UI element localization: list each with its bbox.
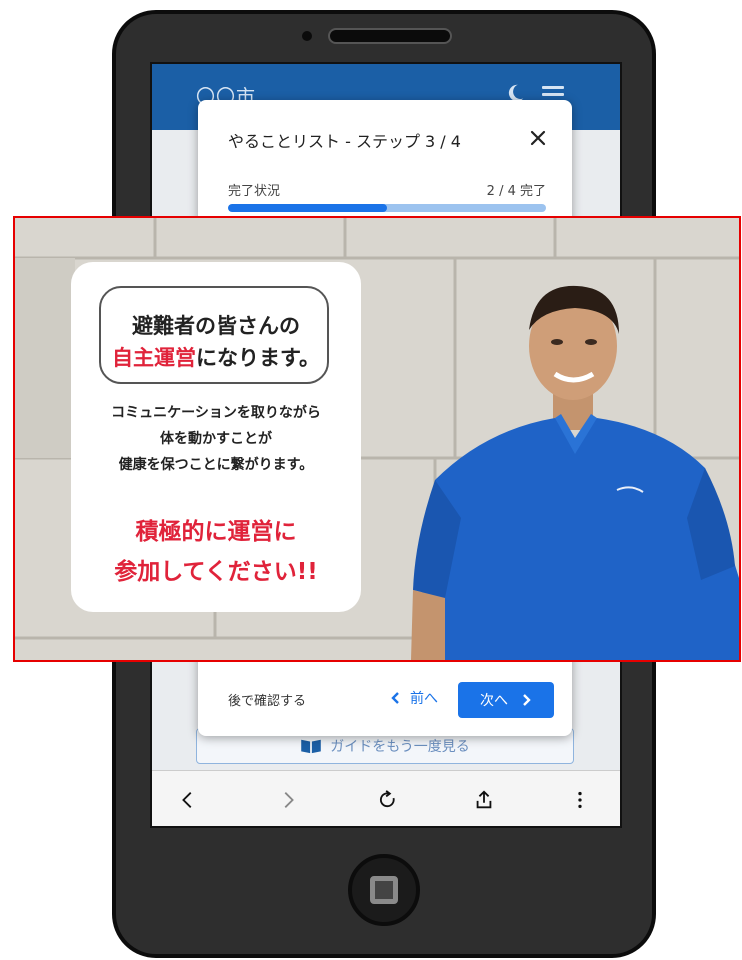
prev-button[interactable]: 前へ	[380, 680, 448, 716]
close-icon[interactable]	[528, 128, 548, 148]
share-button[interactable]	[468, 785, 500, 815]
reload-button[interactable]	[372, 785, 404, 815]
card-heading-line2: 自主運営になります。	[71, 342, 361, 372]
check-later-button[interactable]: 後で確認する	[228, 690, 306, 709]
card-body-line2: 体を動かすことが	[160, 431, 272, 447]
forward-icon	[284, 792, 294, 808]
instruction-card: 避難者の皆さんの 自主運営になります。 コミュニケーションを取りながら 体を動か…	[71, 262, 361, 612]
prev-label: 前へ	[410, 691, 438, 707]
more-vert-icon	[578, 791, 582, 809]
back-button[interactable]	[172, 785, 204, 815]
more-options-button[interactable]	[564, 785, 596, 815]
progress-bar-fill	[228, 204, 387, 212]
reload-icon	[380, 790, 395, 808]
modal-title: やることリスト - ステップ 3 / 4	[228, 132, 461, 151]
progress-count: 2 / 4 完了	[486, 184, 546, 199]
book-icon	[301, 739, 321, 754]
home-square-icon	[370, 876, 398, 904]
card-body-line1: コミュニケーションを取りながら	[111, 405, 321, 421]
forward-button[interactable]	[272, 785, 304, 815]
chevron-left-icon	[391, 692, 399, 704]
card-body-line3: 健康を保つことに繋がります。	[118, 457, 314, 473]
share-icon	[476, 790, 492, 809]
next-label: 次へ	[480, 693, 508, 709]
progress-bar	[228, 204, 546, 212]
chevron-right-icon	[523, 694, 531, 706]
card-call-line2: 参加してください!!	[114, 559, 318, 585]
guide-replay-label: ガイドをもう一度見る	[330, 739, 470, 755]
back-icon	[182, 792, 192, 808]
card-heading-highlight: 自主運営	[112, 346, 197, 370]
browser-toolbar	[152, 770, 620, 826]
speaker-grille	[328, 28, 452, 44]
card-call-line1: 積極的に運営に	[135, 519, 297, 545]
video-player[interactable]: 避難者の皆さんの 自主運営になります。 コミュニケーションを取りながら 体を動か…	[13, 216, 741, 662]
progress-label: 完了状況	[228, 184, 281, 199]
card-heading-line1: 避難者の皆さんの	[132, 314, 300, 338]
front-camera	[302, 31, 312, 41]
next-button[interactable]: 次へ	[458, 682, 554, 718]
card-heading-rest: になります。	[196, 346, 320, 370]
home-button[interactable]	[348, 854, 420, 926]
